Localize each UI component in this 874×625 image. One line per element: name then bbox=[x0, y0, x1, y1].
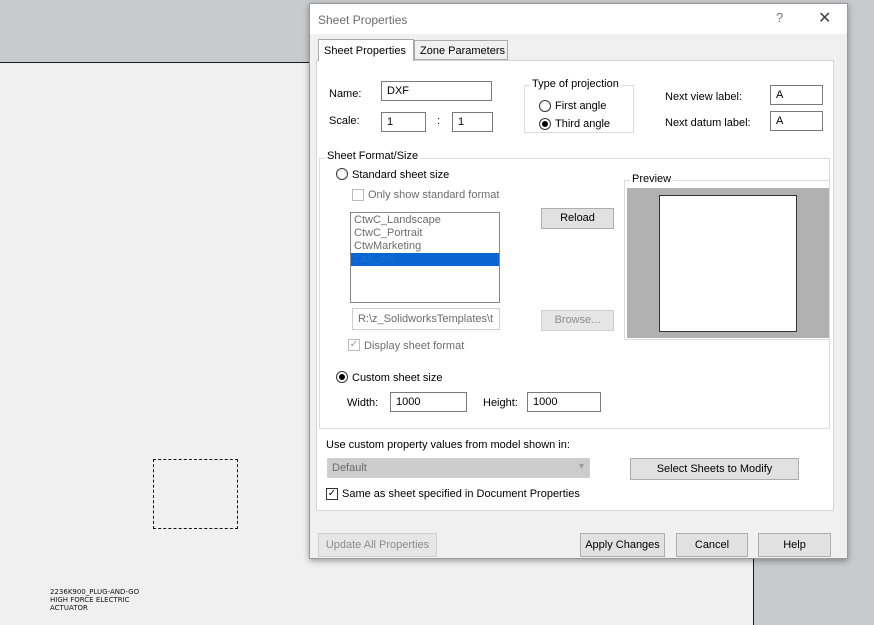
scale-numerator-field[interactable]: 1 bbox=[381, 112, 426, 132]
dialog-titlebar[interactable]: Sheet Properties ? ✕ bbox=[310, 4, 847, 34]
close-icon[interactable]: ✕ bbox=[818, 8, 831, 28]
only-standard-format-checkbox[interactable] bbox=[352, 189, 364, 201]
scale-denominator-field[interactable]: 1 bbox=[452, 112, 493, 132]
name-field[interactable]: DXF bbox=[381, 81, 492, 101]
model-view-dropdown-value: Default bbox=[332, 462, 367, 474]
next-view-label: Next view label: bbox=[665, 91, 743, 103]
apply-changes-button[interactable]: Apply Changes bbox=[580, 533, 665, 557]
list-item[interactable]: CtwC_Landscape bbox=[351, 214, 499, 227]
scale-label: Scale: bbox=[329, 115, 360, 127]
select-sheets-button[interactable]: Select Sheets to Modify bbox=[630, 458, 799, 480]
dialog-title: Sheet Properties bbox=[318, 13, 408, 27]
note-line: ACTUATOR bbox=[50, 604, 88, 612]
display-sheet-format-label: Display sheet format bbox=[364, 340, 465, 352]
width-field[interactable]: 1000 bbox=[390, 392, 467, 412]
next-view-field[interactable]: A bbox=[770, 85, 823, 105]
projection-group-title: Type of projection bbox=[530, 78, 621, 90]
sheet-format-list[interactable]: CtwC_Landscape CtwC_Portrait CtwMarketin… bbox=[350, 212, 500, 303]
sheet-format-path-field[interactable]: R:\z_SolidworksTemplates\t bbox=[352, 308, 500, 330]
note-line: 2236K900_PLUG-AND-GO bbox=[50, 588, 140, 596]
tab-zone-parameters[interactable]: Zone Parameters bbox=[414, 40, 508, 60]
tab-panel: Name: DXF Scale: 1 : 1 Type of projectio… bbox=[316, 60, 834, 511]
custom-sheet-size-radio[interactable] bbox=[336, 371, 348, 383]
standard-sheet-size-label: Standard sheet size bbox=[352, 169, 450, 181]
height-field[interactable]: 1000 bbox=[527, 392, 601, 412]
preview-title: Preview bbox=[630, 173, 674, 185]
display-sheet-format-checkbox[interactable]: ✓ bbox=[348, 339, 360, 351]
width-label: Width: bbox=[347, 397, 379, 409]
help-icon[interactable]: ? bbox=[776, 10, 783, 25]
reload-button[interactable]: Reload bbox=[541, 208, 614, 229]
update-all-properties-button[interactable]: Update All Properties bbox=[318, 533, 437, 557]
list-item[interactable]: CtwMarketing bbox=[351, 240, 499, 253]
custom-sheet-size-label: Custom sheet size bbox=[352, 372, 443, 384]
sheet-properties-dialog: Sheet Properties ? ✕ Sheet Properties Zo… bbox=[309, 3, 848, 559]
note-line: HIGH FORCE ELECTRIC bbox=[50, 596, 130, 604]
third-angle-label: Third angle bbox=[555, 118, 611, 130]
list-item-selected[interactable]: Ctw_dxf bbox=[351, 253, 499, 266]
same-as-sheet-label: Same as sheet specified in Document Prop… bbox=[342, 488, 580, 500]
drawing-title-note: 2236K900_PLUG-AND-GO HIGH FORCE ELECTRIC… bbox=[50, 588, 139, 612]
list-item[interactable]: CtwC_Portrait bbox=[351, 227, 499, 240]
next-datum-field[interactable]: A bbox=[770, 111, 823, 131]
height-label: Height: bbox=[483, 397, 518, 409]
custom-property-label: Use custom property values from model sh… bbox=[326, 439, 570, 451]
same-as-sheet-checkbox[interactable]: ✓ bbox=[326, 488, 338, 500]
model-view-dropdown[interactable]: Default ▾ bbox=[327, 458, 590, 478]
name-label: Name: bbox=[329, 88, 362, 100]
first-angle-radio[interactable] bbox=[539, 100, 551, 112]
standard-sheet-size-radio[interactable] bbox=[336, 168, 348, 180]
chevron-down-icon: ▾ bbox=[578, 461, 584, 472]
scale-separator: : bbox=[437, 115, 441, 127]
next-datum-label: Next datum label: bbox=[665, 117, 751, 129]
first-angle-label: First angle bbox=[555, 100, 607, 112]
drawing-view-placeholder[interactable] bbox=[153, 459, 238, 529]
sheet-format-group-title: Sheet Format/Size bbox=[325, 150, 421, 162]
tab-sheet-properties[interactable]: Sheet Properties bbox=[318, 39, 414, 61]
preview-sheet bbox=[659, 195, 797, 332]
cancel-button[interactable]: Cancel bbox=[676, 533, 748, 557]
browse-button[interactable]: Browse... bbox=[541, 310, 614, 331]
third-angle-radio[interactable] bbox=[539, 118, 551, 130]
help-button[interactable]: Help bbox=[758, 533, 831, 557]
only-standard-format-label: Only show standard format bbox=[368, 189, 500, 201]
